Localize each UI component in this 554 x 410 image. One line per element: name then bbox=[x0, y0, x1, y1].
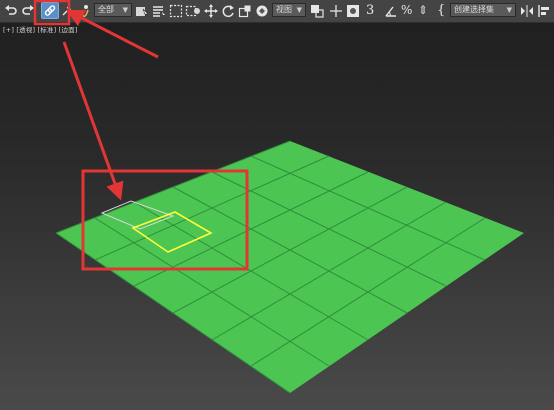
annotation-arrow-to-toolbar bbox=[65, 9, 159, 59]
viewport-scene bbox=[33, 0, 524, 394]
green-plane[interactable] bbox=[56, 141, 524, 393]
link-button-highlight bbox=[33, 0, 71, 26]
